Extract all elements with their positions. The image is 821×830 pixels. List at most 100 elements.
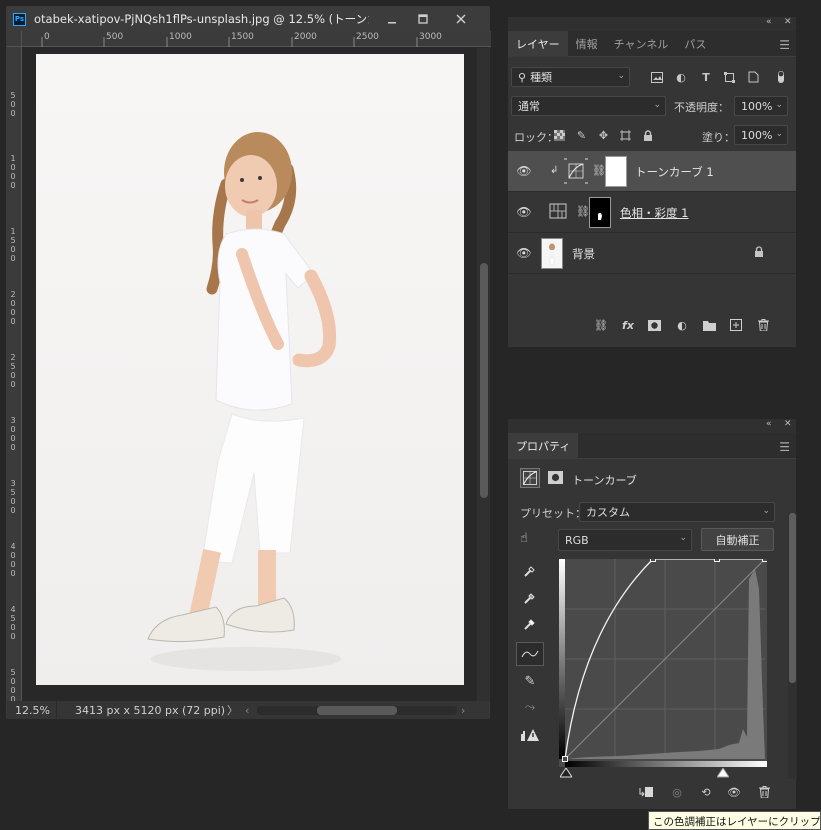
type-filter-icon[interactable]: T [699, 70, 713, 84]
scroll-thumb[interactable] [317, 705, 397, 715]
layer-name[interactable]: 背景 [572, 246, 595, 262]
tab-channels[interactable]: チャンネル [606, 31, 677, 57]
lock-image-pixels-icon[interactable]: ✎ [575, 129, 588, 142]
pencil-draw-icon[interactable]: ✎ [520, 671, 540, 691]
opacity-field[interactable]: 100% ⌄ [734, 96, 788, 116]
document-titlebar: Ps otabek-xatipov-PjNQsh1flPs-unsplash.j… [7, 7, 489, 31]
status-menu-arrow-icon[interactable]: 〉 [227, 702, 239, 718]
clipping-warning-icon[interactable] [520, 725, 540, 745]
fx-icon[interactable]: fx [621, 318, 635, 332]
smooth-curve-icon[interactable]: ⤳ [520, 697, 540, 717]
fill-field[interactable]: 100% ⌄ [734, 125, 788, 145]
white-point-eyedropper-icon[interactable] [520, 614, 540, 634]
delete-layer-icon[interactable] [756, 318, 770, 332]
mask-type-icon[interactable] [548, 471, 563, 487]
close-panel-icon[interactable]: ✕ [784, 419, 792, 429]
reset-icon[interactable]: ⟲ [699, 785, 713, 799]
minimize-button[interactable] [380, 10, 404, 28]
collapse-icon[interactable]: « [766, 17, 772, 27]
target-adjustment-tool-icon[interactable]: ☝ [520, 531, 542, 551]
lock-position-icon[interactable]: ✥ [597, 129, 610, 142]
close-panel-icon[interactable]: ✕ [784, 17, 792, 27]
document-vertical-scrollbar[interactable] [477, 48, 490, 701]
scroll-left-icon[interactable]: ‹ [245, 704, 257, 717]
panel-menu-icon[interactable]: ☰ [779, 38, 790, 52]
black-point-eyedropper-icon[interactable] [520, 561, 540, 581]
maximize-button[interactable] [411, 10, 435, 28]
curve-control-point[interactable] [714, 556, 720, 562]
smart-object-filter-icon[interactable] [746, 70, 760, 84]
new-layer-icon[interactable] [729, 318, 743, 332]
panel-drag-strip[interactable]: « ✕ [508, 17, 796, 31]
lock-artboard-icon[interactable] [619, 129, 632, 142]
auto-adjust-button[interactable]: 自動補正 [701, 528, 774, 551]
curve-control-point[interactable] [562, 756, 568, 762]
edit-points-curve-icon[interactable] [516, 642, 544, 666]
photo-canvas[interactable] [36, 54, 464, 685]
black-input-slider-icon[interactable] [559, 767, 573, 781]
tab-layers[interactable]: レイヤー [508, 31, 568, 57]
gray-point-eyedropper-icon[interactable] [520, 588, 540, 608]
link-chain-icon[interactable]: ⛓ [592, 164, 606, 177]
chevron-down-icon: ⌄ [775, 129, 783, 139]
layer-filter-dropdown[interactable]: ⚲ 種類 ⌄ [511, 67, 630, 87]
close-button[interactable] [449, 10, 473, 28]
filter-toggle-icon[interactable] [774, 70, 788, 84]
tab-paths[interactable]: パス [676, 31, 714, 57]
curves-graph[interactable] [559, 556, 768, 767]
shape-filter-icon[interactable] [722, 70, 736, 84]
layer-row-curves[interactable]: 👁 ↲ ⛓ トーンカーブ 1 [508, 151, 796, 192]
new-group-icon[interactable] [702, 318, 716, 332]
eye-icon[interactable]: 👁 [516, 205, 531, 219]
scroll-thumb[interactable] [789, 513, 796, 683]
curve-control-point[interactable] [762, 556, 768, 562]
scroll-thumb[interactable] [480, 263, 488, 498]
new-adjustment-layer-icon[interactable]: ◐ [675, 318, 689, 332]
eye-icon[interactable]: 👁 [516, 164, 531, 178]
vertical-ruler[interactable]: 500 1000 1500 2000 2500 3000 3500 4000 4… [7, 47, 22, 704]
panel-drag-strip[interactable]: « ✕ [508, 419, 796, 433]
ruler-label: 2000 [294, 32, 317, 42]
maximize-icon [418, 14, 428, 24]
curves-plot[interactable] [559, 556, 768, 767]
layer-name[interactable]: トーンカーブ 1 [635, 164, 714, 180]
layer-name[interactable]: 色相・彩度 1 [620, 205, 688, 221]
horizontal-ruler[interactable]: 0 500 1000 1500 2000 2500 3000 [22, 31, 491, 47]
panel-menu-icon[interactable]: ☰ [779, 440, 790, 454]
eye-icon[interactable]: 👁 [727, 785, 741, 799]
lock-all-icon[interactable] [641, 129, 654, 142]
layer-mask-thumbnail[interactable] [605, 156, 627, 187]
add-mask-icon[interactable] [647, 318, 661, 332]
delete-adjustment-icon[interactable] [757, 785, 771, 799]
clip-to-layer-icon[interactable] [639, 785, 653, 799]
blend-mode-dropdown[interactable]: 通常 ⌄ [511, 96, 666, 116]
preset-dropdown[interactable]: カスタム ⌄ [579, 502, 775, 522]
layer-row-hue-saturation[interactable]: 👁 ⛓ 色相・彩度 1 [508, 192, 796, 233]
canvas-area[interactable] [23, 48, 476, 701]
pixel-filter-icon[interactable] [650, 70, 664, 84]
ruler-label: 3500 [10, 479, 16, 515]
tab-info[interactable]: 情報 [568, 31, 606, 57]
view-previous-state-icon[interactable]: ◎ [668, 785, 686, 799]
channel-dropdown[interactable]: RGB ⌄ [558, 529, 692, 551]
document-horizontal-scrollbar[interactable] [257, 705, 457, 715]
white-input-slider-icon[interactable] [716, 767, 730, 781]
adjustment-filter-icon[interactable]: ◐ [674, 70, 688, 84]
link-chain-icon[interactable]: ⛓ [576, 205, 590, 218]
layer-mask-thumbnail[interactable] [589, 197, 611, 228]
eye-icon[interactable]: 👁 [516, 246, 531, 260]
chevron-down-icon: ⌄ [617, 71, 625, 81]
properties-scrollbar[interactable] [788, 513, 797, 779]
zoom-level-field[interactable]: 12.5% [7, 701, 57, 719]
link-layers-icon[interactable]: ⛓ [594, 318, 608, 332]
chevron-down-icon: ⌄ [679, 533, 687, 543]
blend-mode-value: 通常 [518, 100, 540, 113]
curves-type-icon [520, 468, 540, 488]
lock-transparency-icon[interactable] [553, 129, 566, 142]
scroll-right-icon[interactable]: › [461, 704, 465, 717]
adjustment-type-label: トーンカーブ [572, 474, 637, 487]
curve-control-point[interactable] [650, 556, 656, 562]
tab-properties[interactable]: プロパティ [508, 433, 579, 459]
layer-row-background[interactable]: 👁 背景 [508, 233, 796, 274]
collapse-icon[interactable]: « [766, 419, 772, 429]
